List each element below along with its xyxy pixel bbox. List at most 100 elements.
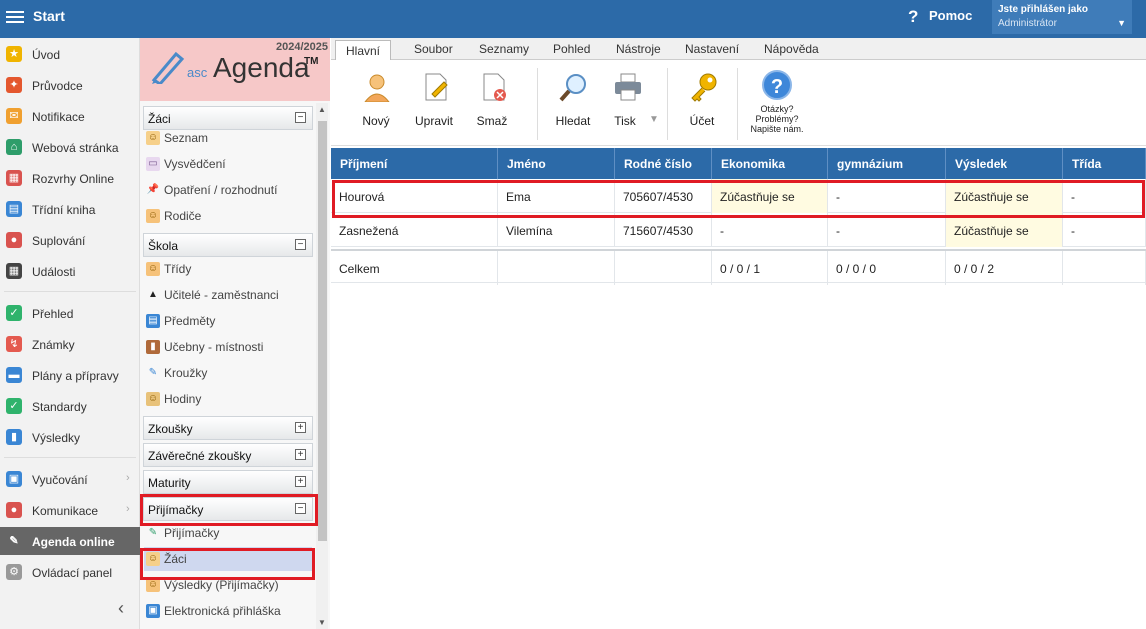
tab[interactable]: Nápověda	[764, 42, 819, 56]
search-button[interactable]: Hledat	[543, 70, 603, 140]
tree-item[interactable]: 📌 Opatření / rozhodnutí	[144, 178, 312, 202]
table-row[interactable]: Zasnežená Vilemína 715607/4530- - Zúčastňuje…	[331, 213, 1146, 247]
table-cell[interactable]: Vilemína	[498, 213, 615, 247]
sidebar-item[interactable]: ▮ Výsledky	[0, 423, 140, 451]
subjects-icon: ▤	[146, 314, 160, 328]
section-title: Maturity	[148, 476, 191, 490]
total-cell	[498, 251, 615, 285]
hamburger-menu-icon[interactable]	[6, 8, 24, 26]
sidebar-item[interactable]: ▬ Plány a přípravy	[0, 361, 140, 389]
tree-item[interactable]: ☺ Třídy	[144, 257, 312, 281]
app-title[interactable]: Start	[33, 8, 65, 24]
tree-item[interactable]: ▭ Vysvědčení	[144, 152, 312, 176]
column-header[interactable]: gymnázium	[828, 148, 946, 179]
tree-item[interactable]: ▲ Učitelé - zaměstnanci	[144, 283, 312, 307]
tree-item-label: Učitelé - zaměstnanci	[164, 288, 279, 302]
tab[interactable]: Hlavní	[335, 40, 392, 61]
scroll-thumb[interactable]	[318, 121, 327, 541]
print-button[interactable]: Tisk ▼	[597, 70, 659, 140]
section-maturity[interactable]: Maturity +	[143, 470, 313, 494]
column-header[interactable]: Výsledek	[946, 148, 1063, 179]
sidebar-item[interactable]: ↯ Známky	[0, 330, 140, 358]
expand-icon[interactable]: +	[295, 422, 306, 433]
tree-item[interactable]: ☺ Hodiny	[144, 387, 312, 411]
sidebar-item-label: Rozvrhy Online	[32, 172, 115, 186]
tree-item[interactable]: ▮ Učebny - místnosti	[144, 335, 312, 359]
search-icon	[559, 74, 586, 102]
sidebar-item[interactable]: ▣ Vyučování ›	[0, 465, 140, 493]
sidebar-item[interactable]: ▤ Třídní kniha	[0, 195, 140, 223]
account-label: Účet	[689, 114, 715, 128]
expand-icon[interactable]: +	[295, 449, 306, 460]
tab[interactable]: Soubor	[414, 42, 453, 56]
tree-item[interactable]: ▣ Elektronická přihláška	[144, 599, 312, 623]
help-button[interactable]: Pomoc	[929, 8, 972, 23]
table-cell[interactable]: Zasnežená	[331, 213, 498, 247]
table-cell[interactable]: -	[1063, 213, 1146, 247]
collapse-sidebar-icon[interactable]: ‹	[118, 598, 124, 619]
pen-icon: ✎	[6, 533, 22, 549]
clubs-icon: ✎	[148, 367, 158, 378]
sidebar-item[interactable]: ● Suplování	[0, 226, 140, 254]
column-header[interactable]: Příjmení	[331, 148, 498, 179]
account-button[interactable]: Účet	[672, 70, 732, 140]
column-header[interactable]: Třída	[1063, 148, 1146, 179]
scroll-up-icon[interactable]: ▲	[318, 105, 326, 114]
tree-item[interactable]: ☺ Seznam	[144, 126, 312, 150]
star-icon: ★	[6, 46, 22, 62]
section-zkousky[interactable]: Zkoušky +	[143, 416, 313, 440]
tab[interactable]: Seznamy	[479, 42, 529, 56]
sidebar-item[interactable]: ● Komunikace ›	[0, 496, 140, 524]
table-cell[interactable]: -	[828, 213, 946, 247]
table-cell[interactable]: Zúčastňuje se	[946, 213, 1063, 247]
user-menu[interactable]: Jste přihlášen jako Administrátor ▼	[992, 0, 1132, 34]
delete-document-icon	[483, 73, 506, 101]
sidebar-item-label: Ovládací panel	[32, 566, 113, 580]
section-zaverecne[interactable]: Závěrečné zkoušky +	[143, 443, 313, 467]
table-cell[interactable]: 715607/4530	[615, 213, 712, 247]
sidebar-item[interactable]: ✉ Notifikace	[0, 102, 140, 130]
sidebar-item-label: Notifikace	[32, 110, 85, 124]
question-icon[interactable]: ?	[908, 7, 918, 27]
total-cell: 0 / 0 / 1	[712, 251, 828, 285]
tab[interactable]: Nastavení	[685, 42, 739, 56]
contact-support-button[interactable]: ? Otázky? Problémy? Napište nám.	[745, 70, 809, 134]
panel-scrollbar[interactable]: ▲ ▼	[316, 103, 328, 629]
sidebar-item-label: Vyučování	[32, 473, 88, 487]
pen-logo-icon	[151, 51, 185, 84]
tree-item[interactable]: ▤ Předměty	[144, 309, 312, 333]
collapse-icon[interactable]: −	[295, 112, 306, 123]
sidebar-item[interactable]: ✓ Standardy	[0, 392, 140, 420]
column-header[interactable]: Ekonomika	[712, 148, 828, 179]
delete-label: Smaž	[476, 114, 508, 128]
section-skola[interactable]: Škola −	[143, 233, 313, 257]
expand-icon[interactable]: +	[295, 476, 306, 487]
sidebar-item[interactable]: ✎ Agenda online	[0, 527, 140, 555]
tab[interactable]: Nástroje	[616, 42, 661, 56]
sidebar-item[interactable]: ★ Úvod	[0, 40, 140, 68]
tree-item-label: Předměty	[164, 314, 216, 328]
column-header[interactable]: Rodné číslo	[615, 148, 712, 179]
tree-item[interactable]: ☺ Rodiče	[144, 204, 312, 228]
sidebar-item-label: Přehled	[32, 307, 74, 321]
sidebar-item[interactable]: ⚙ Ovládací panel	[0, 558, 140, 586]
hours-icon: ☺	[146, 392, 160, 406]
sidebar-item[interactable]: ✦ Průvodce	[0, 71, 140, 99]
sidebar-item[interactable]: ▦ Události	[0, 257, 140, 285]
new-button[interactable]: Nový	[346, 70, 406, 140]
book-icon: ▤	[6, 201, 22, 217]
print-dropdown-icon[interactable]: ▼	[649, 114, 659, 125]
column-header[interactable]: Jméno	[498, 148, 615, 179]
total-cell: 0 / 0 / 2	[946, 251, 1063, 285]
bar-chart-icon: ▮	[6, 429, 22, 445]
tree-item[interactable]: ✎ Kroužky	[144, 361, 312, 385]
sidebar-item[interactable]: ✓ Přehled	[0, 299, 140, 327]
collapse-icon[interactable]: −	[295, 239, 306, 250]
delete-button[interactable]: Smaž	[462, 70, 522, 140]
edit-button[interactable]: Upravit	[404, 70, 464, 140]
tab[interactable]: Pohled	[553, 42, 590, 56]
sidebar-item[interactable]: ▦ Rozvrhy Online	[0, 164, 140, 192]
table-cell[interactable]: -	[712, 213, 828, 247]
sidebar-item[interactable]: ⌂ Webová stránka	[0, 133, 140, 161]
scroll-down-icon[interactable]: ▼	[318, 618, 326, 627]
